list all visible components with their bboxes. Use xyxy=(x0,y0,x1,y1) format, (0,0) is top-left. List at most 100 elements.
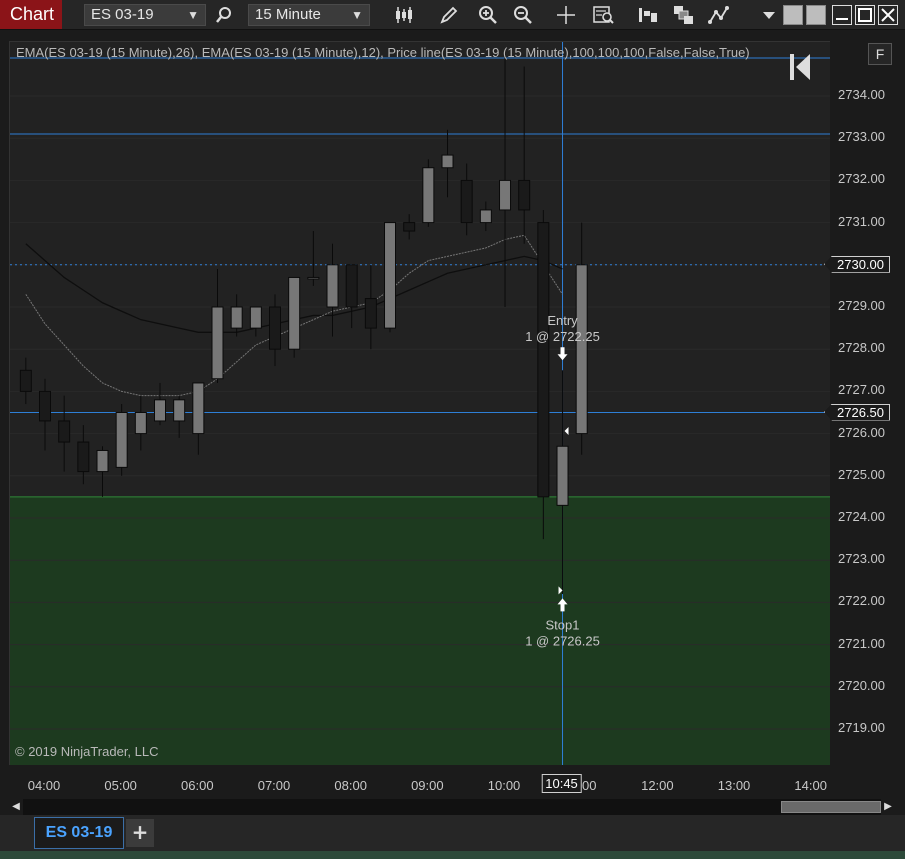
price-tick-label: 2727.00 xyxy=(838,382,885,398)
tab-es-03-19[interactable]: ES 03-19 xyxy=(34,817,124,849)
chart-trader-icon[interactable] xyxy=(672,4,696,26)
instrument-value: ES 03-19 xyxy=(91,6,154,23)
candle-body xyxy=(58,420,71,443)
chevron-down-icon: ▼ xyxy=(351,8,363,22)
status-strip xyxy=(0,851,905,859)
chart-panel[interactable]: Entry 1 @ 2722.25 Stop1 1 @ 2726.25 EMA(ES … xyxy=(9,41,830,765)
price-tick-label: 2722.00 xyxy=(838,593,885,609)
close-button[interactable] xyxy=(878,5,898,25)
time-tick-label: 14:00 xyxy=(794,778,827,793)
current-price-value: 2730.00 xyxy=(837,256,884,272)
candle-body xyxy=(441,154,454,169)
search-icon[interactable] xyxy=(212,4,236,26)
candle-body xyxy=(307,276,320,280)
candle-body xyxy=(134,412,147,435)
interval-value: 15 Minute xyxy=(255,6,321,23)
entry-detail: 1 @ 2722.25 xyxy=(525,329,600,344)
price-tick-label: 2728.00 xyxy=(838,340,885,356)
candle-body xyxy=(422,167,435,224)
price-tick-label: 2731.00 xyxy=(838,213,885,229)
ninjatrader-chart-window: Chart ES 03-19 ▼ 15 Minute ▼ Entry 1 @ 2… xyxy=(0,0,905,859)
minimize-button[interactable] xyxy=(832,5,852,25)
candle-body xyxy=(575,264,588,435)
crosshair-icon[interactable] xyxy=(554,4,578,26)
chart-style-icon[interactable] xyxy=(392,4,416,26)
candle-body xyxy=(479,209,492,224)
candle-body xyxy=(96,449,109,473)
time-axis[interactable]: 04:0005:0006:0007:0008:0009:0010:0011:00… xyxy=(9,766,830,798)
candle-body xyxy=(460,179,473,224)
price-tick-label: 2719.00 xyxy=(838,720,885,735)
add-tab-button[interactable]: + xyxy=(126,819,154,847)
cursor-time-tag: 10:45 xyxy=(541,774,582,793)
scroll-right-icon[interactable]: ▶ xyxy=(881,799,895,815)
time-tick-label: 04:00 xyxy=(27,778,61,793)
candle-body xyxy=(211,306,224,380)
candle-body xyxy=(288,276,301,350)
pencil-icon[interactable] xyxy=(437,4,461,26)
price-tick-label: 2729.00 xyxy=(838,298,885,313)
scroll-thumb[interactable] xyxy=(781,801,881,813)
candle-body xyxy=(556,445,569,506)
maximize-button[interactable] xyxy=(855,5,875,25)
scroll-left-icon[interactable]: ◀ xyxy=(9,799,23,815)
drawing-tools-icon[interactable] xyxy=(707,4,731,26)
price-tick-label: 2733.00 xyxy=(838,129,885,145)
candle-body xyxy=(518,179,531,211)
price-tick-label: 2720.00 xyxy=(838,677,885,693)
candle-body xyxy=(345,264,358,308)
candle-body xyxy=(326,264,339,308)
data-box-icon[interactable] xyxy=(592,4,616,26)
maximize-icon xyxy=(858,8,872,22)
candle-body xyxy=(364,298,377,329)
candle-body xyxy=(537,222,550,498)
horizontal-scrollbar[interactable]: ◀ ▶ xyxy=(9,799,895,815)
candle-body xyxy=(115,412,128,468)
candle-body xyxy=(192,382,205,435)
price-tick-label: 2724.00 xyxy=(838,509,885,524)
time-tick-label: 09:00 xyxy=(411,778,444,793)
candle-body xyxy=(77,441,90,473)
indicator-label: EMA(ES 03-19 (15 Minute),26), EMA(ES 03-… xyxy=(16,45,750,60)
candle-body xyxy=(384,222,397,329)
candle-body xyxy=(39,390,51,422)
time-tick-label: 06:00 xyxy=(181,778,214,793)
price-tick-label: 2734.00 xyxy=(838,87,885,102)
candle-body xyxy=(499,179,512,211)
chart-title: Chart xyxy=(0,0,62,29)
candle-body xyxy=(249,306,262,329)
chevron-down-icon: ▼ xyxy=(187,8,199,22)
price-chart[interactable]: Entry1 @ 2722.25 Stop11 @ 2726.25 xyxy=(10,42,830,765)
time-tick-label: 13:00 xyxy=(717,778,751,793)
f-button[interactable]: F xyxy=(868,43,892,65)
minimize-icon xyxy=(836,18,848,20)
tile-window-button-2[interactable] xyxy=(806,5,826,25)
time-tick-label: 08:00 xyxy=(334,778,367,793)
candle-body xyxy=(173,399,186,422)
entry-label: Entry xyxy=(547,313,578,328)
zoom-in-icon[interactable] xyxy=(476,4,500,26)
time-tick-label: 10:00 xyxy=(487,778,521,793)
dropdown-arrow-icon[interactable] xyxy=(757,4,781,26)
candle-body xyxy=(19,369,32,392)
current-price-tag: 2730.00 xyxy=(824,255,890,273)
instrument-selector[interactable]: ES 03-19 ▼ xyxy=(84,4,206,26)
stop-price-tag: 2726.50 xyxy=(824,403,890,421)
chart-toolbar: Chart ES 03-19 ▼ 15 Minute ▼ xyxy=(0,0,905,30)
tile-window-button[interactable] xyxy=(783,5,803,25)
candle-body xyxy=(154,399,167,422)
candle-body xyxy=(230,306,243,329)
stop-label: Stop1 xyxy=(546,617,580,632)
tab-bar: ES 03-19 + xyxy=(0,815,905,851)
price-tick-label: 2726.00 xyxy=(838,424,885,440)
order-panel-icon[interactable] xyxy=(636,4,660,26)
zoom-out-icon[interactable] xyxy=(511,4,535,26)
price-tick-label: 2723.00 xyxy=(838,551,885,567)
time-tick-label: 07:00 xyxy=(257,778,291,793)
price-axis[interactable]: F 2734.00 2733.00 2732.00 2731.00 2730.00 272… xyxy=(824,41,905,765)
jump-to-start-icon[interactable] xyxy=(790,52,812,82)
price-tick-label: 2721.00 xyxy=(838,635,885,651)
price-tick-label: 2732.00 xyxy=(838,171,885,187)
interval-selector[interactable]: 15 Minute ▼ xyxy=(248,4,370,26)
time-tick-label: 05:00 xyxy=(104,778,137,793)
